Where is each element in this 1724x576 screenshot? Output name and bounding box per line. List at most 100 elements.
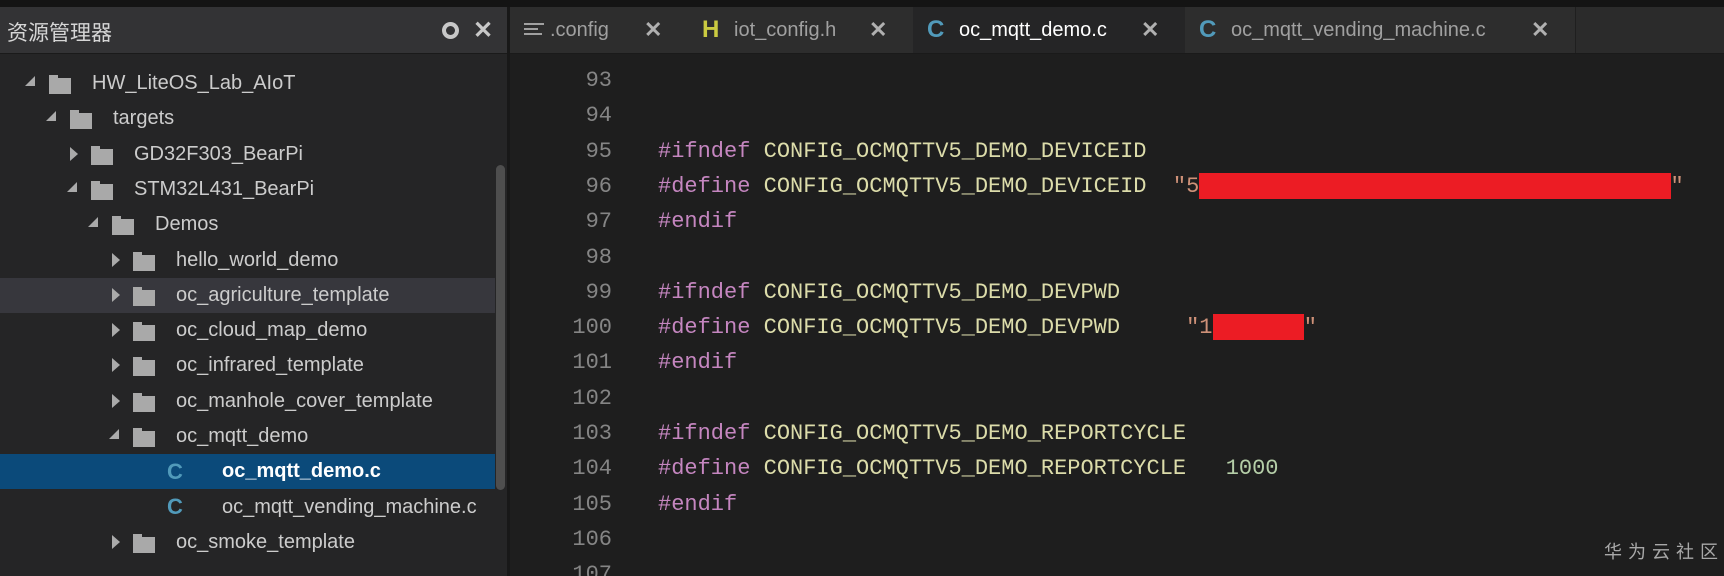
folder-icon [133, 533, 155, 553]
folder-icon [70, 110, 92, 130]
line-number: 100 [572, 315, 612, 341]
line-number: 99 [585, 279, 612, 305]
tree-item[interactable]: HW_LiteOS_Lab_AIoT [0, 66, 495, 101]
tree-item[interactable]: Demos [0, 207, 495, 242]
line-number: 94 [585, 103, 612, 129]
tree-item-label: STM32L431_BearPi [134, 177, 315, 200]
tree-item[interactable]: STM32L431_BearPi [0, 172, 495, 207]
line-number: 97 [585, 209, 612, 235]
c-file-icon: C [167, 458, 183, 484]
chevron-down-icon[interactable] [109, 429, 119, 439]
window-top-strip [0, 0, 1724, 7]
tab-oc-mqtt-demo-c[interactable]: Coc_mqtt_demo.c ✕ [913, 7, 1186, 53]
line-code: #endif [658, 345, 737, 380]
tab-iot-config-h[interactable]: Hiot_config.h ✕ [688, 7, 914, 53]
tree-item[interactable]: targets [0, 101, 495, 136]
line-number: 107 [572, 562, 612, 576]
tree-item-label: targets [113, 107, 175, 130]
close-tab-icon[interactable]: ✕ [869, 17, 887, 43]
chevron-right-icon[interactable] [112, 393, 120, 408]
line-number: 93 [585, 68, 612, 93]
chevron-down-icon[interactable] [25, 76, 35, 86]
tab-label: .config [550, 18, 609, 41]
tree-item[interactable]: oc_infrared_template [0, 348, 495, 383]
preprocessor-keyword: #ifndef [658, 138, 751, 164]
tree-item[interactable]: oc_mqtt_demo [0, 419, 495, 454]
tree-item-label: Demos [155, 213, 219, 236]
code-line: 104 #define CONFIG_OCMQTTV5_DEMO_REPORTCY… [510, 451, 1724, 486]
chevron-right-icon[interactable] [112, 287, 120, 302]
close-tab-icon[interactable]: ✕ [1141, 17, 1159, 43]
folder-icon [133, 251, 155, 271]
macro-name: CONFIG_OCMQTTV5_DEMO_DEVPWD [763, 315, 1121, 341]
chevron-right-icon[interactable] [112, 534, 120, 549]
close-tab-icon[interactable]: ✕ [644, 17, 662, 43]
code-line: 101 #endif [510, 345, 1724, 380]
code-editor[interactable]: 93 94 95 #ifndef CONFIG_OCMQTTV5_DEMO_DEVIC… [510, 54, 1724, 576]
tree-item-label: oc_mqtt_vending_machine.c [222, 495, 477, 518]
code-line: 97 #endif [510, 204, 1724, 239]
tree-item-label: oc_mqtt_demo.c [222, 460, 381, 483]
line-number: 102 [572, 385, 612, 411]
tab-oc-mqtt-vending-machine-c[interactable]: Coc_mqtt_vending_machine.c ✕ [1185, 7, 1576, 53]
line-code: #endif [658, 204, 737, 239]
macro-name: CONFIG_OCMQTTV5_DEMO_REPORTCYCLE [763, 456, 1187, 482]
line-code: #define CONFIG_OCMQTTV5_DEMO_DEVPWD "1 " [658, 310, 1317, 345]
tree-item[interactable]: oc_manhole_cover_template [0, 384, 495, 419]
preprocessor-keyword: #define [658, 456, 751, 482]
code-line: 96 #define CONFIG_OCMQTTV5_DEMO_DEVICEID … [510, 169, 1724, 204]
sidebar-scrollbar[interactable] [496, 165, 505, 490]
chevron-right-icon[interactable] [70, 146, 78, 161]
folder-icon [91, 180, 113, 200]
preprocessor-keyword: #define [658, 315, 751, 341]
code-line: 94 [510, 98, 1724, 133]
tree-item[interactable]: oc_smoke_template [0, 525, 495, 560]
code-line: 100 #define CONFIG_OCMQTTV5_DEMO_DEVPWD "… [510, 310, 1724, 345]
line-code: #endif [658, 487, 737, 522]
tab-config[interactable]: .config ✕ [510, 7, 689, 53]
line-code: #ifndef CONFIG_OCMQTTV5_DEMO_DEVPWD [658, 275, 1120, 310]
tree-item[interactable]: Coc_mqtt_vending_machine.c [0, 490, 495, 525]
chevron-down-icon[interactable] [46, 111, 56, 122]
chevron-right-icon[interactable] [112, 252, 120, 267]
close-icon[interactable]: ✕ [472, 17, 494, 44]
chevron-down-icon[interactable] [67, 181, 77, 192]
line-code: #ifndef CONFIG_OCMQTTV5_DEMO_REPORTCYCLE [658, 416, 1186, 451]
folder-icon [133, 322, 155, 342]
chevron-right-icon[interactable] [112, 358, 120, 373]
line-number: 95 [585, 138, 612, 164]
preprocessor-keyword: #endif [658, 350, 738, 376]
chevron-right-icon[interactable] [112, 323, 120, 338]
tree-item-label: oc_manhole_cover_template [176, 389, 433, 412]
chevron-down-icon[interactable] [88, 217, 98, 228]
preprocessor-keyword: #define [658, 173, 751, 199]
tree-item-label: hello_world_demo [176, 248, 339, 271]
text-file-icon [524, 23, 544, 37]
code-line: 98 [510, 240, 1724, 275]
tree-item[interactable]: oc_cloud_map_demo [0, 313, 495, 348]
folder-icon [49, 75, 71, 94]
code-line: 106 [510, 522, 1724, 557]
c-file-icon: C [167, 494, 183, 520]
tree-item[interactable]: hello_world_demo [0, 243, 495, 278]
string-literal: " [1303, 315, 1317, 341]
tree-item[interactable]: GD32F303_BearPi [0, 137, 495, 172]
tree-item-label: oc_infrared_template [176, 354, 364, 377]
tree-item[interactable]: Coc_mqtt_demo.c [0, 454, 495, 490]
folder-icon [133, 392, 155, 412]
tree-item-label: oc_cloud_map_demo [176, 319, 368, 342]
folder-icon [112, 216, 134, 236]
close-tab-icon[interactable]: ✕ [1531, 17, 1549, 43]
folder-icon [133, 428, 155, 447]
folder-icon [133, 286, 155, 306]
tree-item-label: oc_agriculture_template [176, 283, 390, 306]
collapse-all-icon[interactable] [439, 19, 461, 41]
preprocessor-keyword: #endif [658, 209, 738, 235]
macro-name: CONFIG_OCMQTTV5_DEMO_DEVICEID [763, 173, 1147, 199]
tree-item[interactable]: oc_agriculture_template [0, 277, 495, 313]
